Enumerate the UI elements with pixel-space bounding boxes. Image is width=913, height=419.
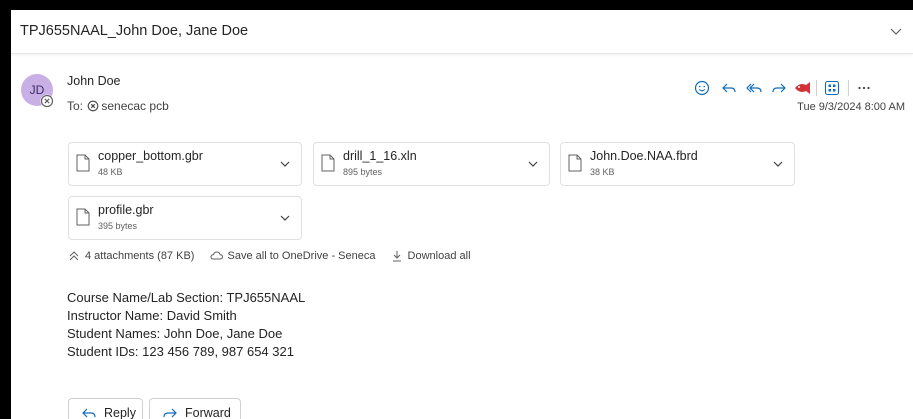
attachment-card[interactable]: drill_1_16.xln 895 bytes: [313, 142, 550, 186]
collapse-attachments-button[interactable]: 4 attachments (87 KB): [68, 250, 194, 262]
message-pane: TPJ655NAAL_John Doe, Jane Doe JD John Do…: [11, 10, 913, 419]
file-icon: [568, 154, 582, 172]
chevron-down-icon[interactable]: [772, 158, 784, 170]
download-all-label: Download all: [407, 250, 471, 262]
message-body: Course Name/Lab Section: TPJ655NAAL Inst…: [67, 289, 305, 361]
forward-label: Forward: [185, 406, 231, 419]
file-icon: [321, 154, 335, 172]
attachment-size: 895 bytes: [343, 167, 383, 177]
reply-button[interactable]: Reply: [68, 398, 143, 419]
download-icon: [392, 251, 401, 262]
subject-bar: TPJ655NAAL_John Doe, Jane Doe: [11, 10, 913, 54]
download-all-button[interactable]: Download all: [391, 250, 471, 262]
attachment-count: 4 attachments (87 KB): [85, 250, 195, 262]
status-blocked-icon: [40, 94, 54, 108]
save-all-onedrive-button[interactable]: Save all to OneDrive - Seneca: [210, 250, 376, 262]
fish-icon[interactable]: [792, 77, 814, 99]
chevron-down-icon[interactable]: [279, 158, 291, 170]
attachment-name: John.Doe.NAA.fbrd: [590, 149, 698, 163]
subject-title: TPJ655NAAL_John Doe, Jane Doe: [20, 23, 249, 39]
chevron-down-icon[interactable]: [527, 158, 539, 170]
chevron-up-double-icon: [69, 251, 79, 261]
forward-button[interactable]: Forward: [149, 398, 241, 419]
forward-icon: [163, 408, 177, 418]
sender-name[interactable]: John Doe: [67, 74, 121, 88]
cloud-icon: [210, 251, 223, 260]
attachment-card[interactable]: copper_bottom.gbr 48 KB: [68, 142, 302, 186]
body-line: Student Names: John Doe, Jane Doe: [67, 326, 283, 341]
attachment-name: copper_bottom.gbr: [98, 149, 203, 163]
attachment-size: 395 bytes: [98, 221, 138, 231]
attachment-size: 48 KB: [98, 167, 123, 177]
attachment-name: drill_1_16.xln: [343, 149, 417, 163]
reply-icon[interactable]: [718, 77, 740, 99]
attachment-card[interactable]: John.Doe.NAA.fbrd 38 KB: [560, 142, 795, 186]
body-line: Student IDs: 123 456 789, 987 654 321: [67, 344, 294, 359]
attachment-name: profile.gbr: [98, 203, 154, 217]
to-label: To:: [67, 99, 84, 113]
to-line: To: senecac pcb: [67, 99, 169, 113]
timestamp: Tue 9/3/2024 8:00 AM: [797, 101, 905, 113]
body-line: Instructor Name: David Smith: [67, 308, 237, 323]
forward-icon[interactable]: [768, 77, 790, 99]
recipient-name[interactable]: senecac pcb: [101, 99, 168, 113]
file-icon: [76, 154, 90, 172]
attachment-size: 38 KB: [590, 167, 615, 177]
attachment-summary: 4 attachments (87 KB) Save all to OneDri…: [68, 250, 483, 265]
save-all-label: Save all to OneDrive - Seneca: [227, 250, 376, 262]
recipient-status-icon: [88, 100, 99, 112]
body-line: Course Name/Lab Section: TPJ655NAAL: [67, 290, 306, 305]
collapse-chevron-icon[interactable]: [889, 24, 903, 38]
more-icon[interactable]: [853, 77, 875, 99]
chevron-down-icon[interactable]: [279, 212, 291, 224]
attachment-card[interactable]: profile.gbr 395 bytes: [68, 196, 302, 240]
reply-all-icon[interactable]: [743, 77, 765, 99]
smiley-icon[interactable]: [691, 77, 713, 99]
file-icon: [76, 208, 90, 226]
reply-label: Reply: [104, 406, 136, 419]
reply-icon: [82, 408, 96, 418]
apps-icon[interactable]: [821, 77, 843, 99]
